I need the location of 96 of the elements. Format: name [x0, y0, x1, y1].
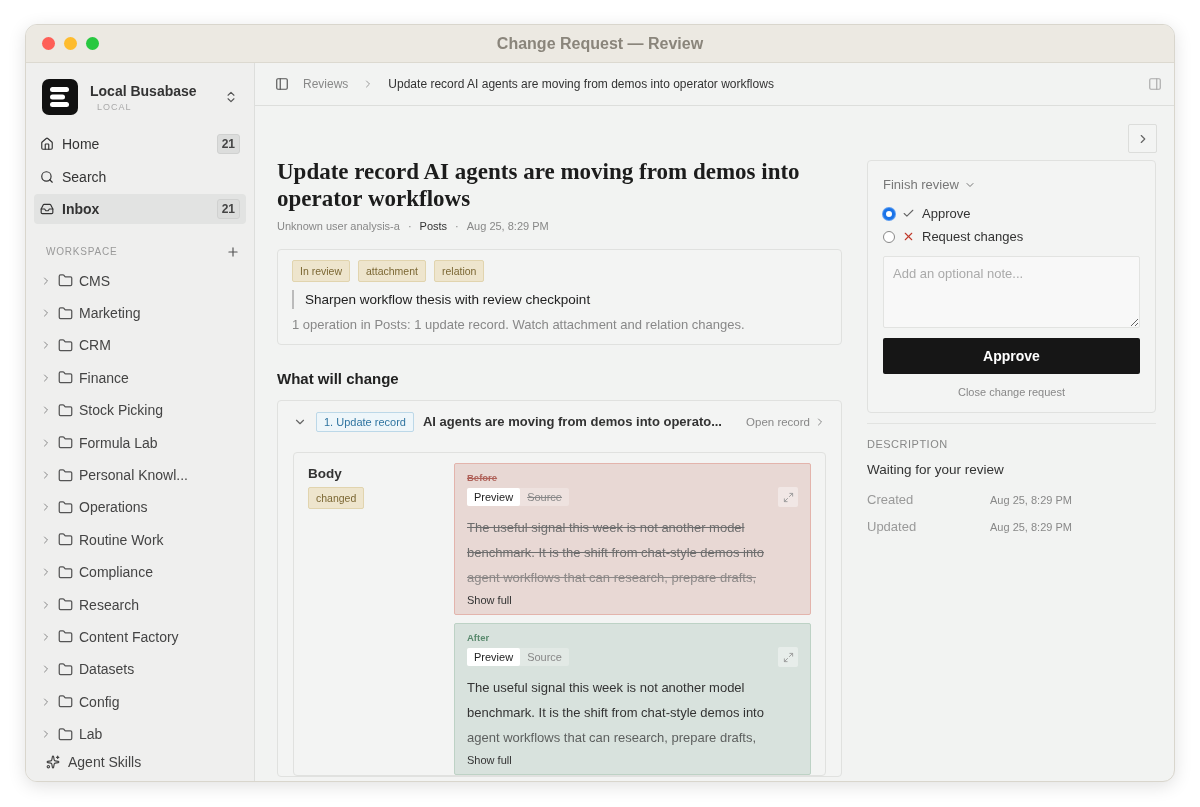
folder-item[interactable]: Formula Lab: [34, 426, 246, 459]
folder-icon: [58, 597, 73, 613]
section-label: WORKSPACE: [46, 246, 118, 257]
tag: relation: [433, 260, 485, 282]
folder-item[interactable]: Routine Work: [34, 523, 246, 556]
folder-icon: [58, 499, 73, 515]
folder-icon: [58, 402, 73, 418]
folder-icon: [58, 694, 73, 710]
meta-value: Aug 25, 8:29 PM: [990, 493, 1072, 506]
separator-dot: ·: [455, 220, 459, 232]
zoom-window-button[interactable]: [86, 37, 99, 50]
folder-icon: [58, 467, 73, 483]
folder-item[interactable]: Marketing: [34, 296, 246, 330]
cross-icon: [902, 230, 915, 243]
folder-item[interactable]: Lab: [34, 717, 246, 743]
folder-icon: [58, 337, 73, 353]
folder-icon: [58, 273, 73, 289]
section-heading: What will change: [277, 370, 400, 387]
folder-icon: [58, 564, 73, 580]
folder-item[interactable]: CMS: [34, 264, 246, 297]
quote: Sharpen workflow thesis with review checkpoint: [292, 290, 827, 309]
meta-label: Created: [867, 492, 915, 507]
description-text: Waiting for your review: [867, 462, 1005, 477]
nav-item[interactable]: Inbox 21: [34, 194, 246, 224]
folder-icon: [58, 435, 73, 451]
version-label: Before: [467, 472, 499, 483]
folder-item[interactable]: Config: [34, 685, 246, 718]
meta-label: Updated: [867, 519, 918, 534]
record-title: AI agents are moving from demos into operato...: [422, 414, 723, 429]
author: Unknown user analysis-a: [277, 220, 400, 232]
section-label: DESCRIPTION: [867, 438, 949, 450]
radio-option[interactable]: Request changes: [883, 229, 1140, 244]
home-icon: [40, 137, 54, 151]
body-text: The useful signal this week is not another model benchmark. It is the shift from chat-style demos into agent workflows that can research, prepare drafts,: [467, 519, 765, 587]
folder-item[interactable]: Operations: [34, 491, 246, 524]
panel-toggle-icon[interactable]: [1148, 77, 1162, 91]
radio-button[interactable]: [883, 230, 895, 243]
summary-text: 1 operation in Posts: 1 update record. Watch attachment and relation changes.: [292, 317, 746, 332]
tag: attachment: [358, 260, 426, 282]
count-badge: 21: [216, 134, 240, 154]
folder-item[interactable]: Stock Picking: [34, 394, 246, 427]
inbox-icon: [40, 202, 54, 216]
expand-button[interactable]: [778, 487, 798, 507]
radio-button[interactable]: [883, 207, 895, 220]
workspace-subtitle: LOCAL: [96, 101, 133, 112]
version-label: After: [467, 632, 491, 643]
show-full-link[interactable]: Show full: [467, 754, 798, 766]
folder-item[interactable]: Datasets: [34, 653, 246, 686]
tab[interactable]: Preview: [467, 648, 521, 666]
check-icon: [902, 207, 915, 220]
breadcrumb-current: Update record AI agents are moving from demos into operator workflows: [388, 77, 774, 91]
folder-icon: [58, 305, 73, 321]
collection-name: Posts: [419, 220, 448, 232]
review-dropdown[interactable]: Finish review: [883, 177, 1140, 192]
separator-dot: ·: [407, 220, 412, 232]
folder-item[interactable]: CRM: [34, 329, 246, 362]
radio-option[interactable]: Approve: [883, 206, 1140, 221]
window-title: Change Request — Review: [496, 34, 704, 53]
collapse-button[interactable]: [1128, 124, 1157, 153]
sidebar-link[interactable]: Agent Skills: [34, 743, 246, 781]
folder-item[interactable]: Personal Knowl...: [34, 458, 246, 492]
page-title: Update record AI agents are moving from demos into operator workflows: [277, 158, 801, 212]
expand-button[interactable]: [778, 647, 798, 667]
folder-item[interactable]: Content Factory: [34, 620, 246, 654]
folder-icon: [58, 726, 73, 742]
minimize-window-button[interactable]: [64, 37, 77, 50]
expand-icon: [782, 651, 794, 663]
close-window-button[interactable]: [42, 37, 55, 50]
folder-icon: [58, 370, 73, 386]
show-full-link[interactable]: Show full: [467, 594, 798, 606]
count-badge: 21: [216, 199, 240, 219]
add-icon[interactable]: [226, 244, 240, 259]
folder-item[interactable]: Research: [34, 588, 246, 621]
search-icon: [40, 169, 54, 184]
folder-icon: [58, 661, 73, 677]
folder-icon: [58, 629, 73, 645]
workspace-name: Local Busabase: [90, 82, 198, 99]
body-text: The useful signal this week is not another model benchmark. It is the shift from chat-style demos into agent workflows that can research, prepare drafts,: [467, 679, 765, 747]
sidebar-toggle-icon[interactable]: [275, 77, 289, 91]
folder-icon: [58, 532, 73, 548]
approve-button[interactable]: Approve: [883, 338, 1140, 374]
nav-item[interactable]: Search: [34, 161, 246, 192]
sparkles-icon: [46, 755, 60, 769]
folder-item[interactable]: Finance: [34, 361, 246, 395]
folder-item[interactable]: Compliance: [34, 556, 246, 589]
note-field[interactable]: Add an optional note...: [883, 256, 1140, 328]
app-logo: [42, 79, 78, 115]
meta-value: Aug 25, 8:29 PM: [990, 520, 1072, 533]
tag: In review: [292, 260, 350, 282]
nav-item[interactable]: Home 21: [34, 129, 246, 159]
timestamp: Aug 25, 8:29 PM: [466, 220, 549, 232]
field-name: Body: [308, 466, 342, 481]
tab[interactable]: Preview: [467, 488, 521, 506]
operation-tag: 1. Update record: [316, 411, 414, 432]
expand-icon: [782, 491, 794, 503]
tag: changed: [308, 487, 365, 509]
